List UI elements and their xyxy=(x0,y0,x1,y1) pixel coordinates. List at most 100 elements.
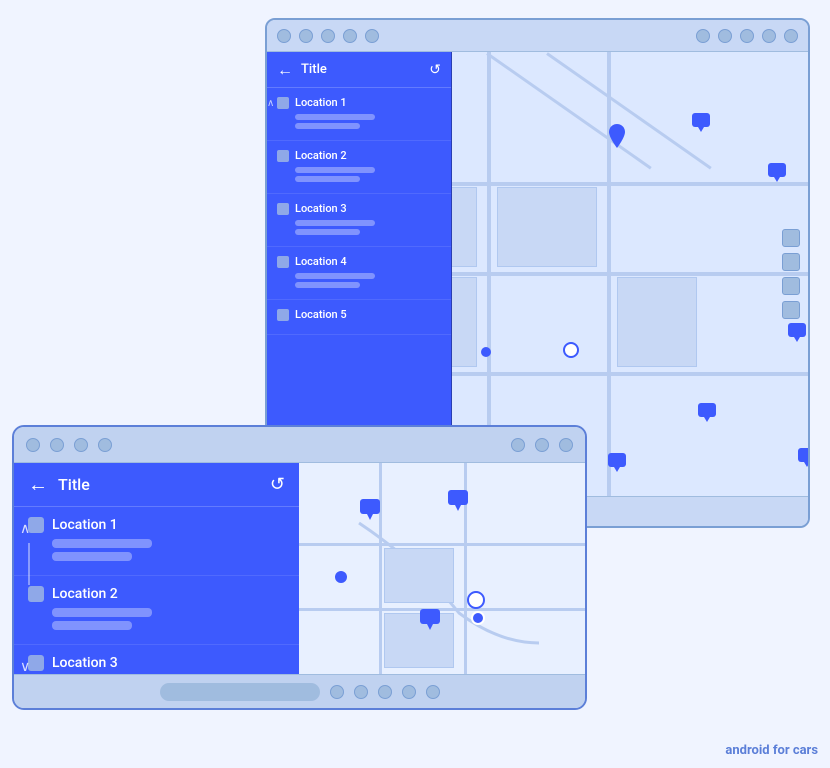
map-block-3 xyxy=(617,277,697,367)
front-location-name-3: Location 3 xyxy=(52,655,118,671)
location-name-3: Location 3 xyxy=(295,202,347,215)
front-list-item-2[interactable]: Location 2 xyxy=(14,576,299,645)
front-top-dot-7 xyxy=(559,438,573,452)
bar-2a xyxy=(295,167,375,173)
back-panel-header: ← Title ↺ xyxy=(267,52,451,88)
front-dot-2 xyxy=(471,611,485,625)
map-dot-1 xyxy=(481,347,491,357)
top-bar-dot-4 xyxy=(343,29,357,43)
map-pin-5 xyxy=(697,402,717,430)
ctrl-btn-4[interactable] xyxy=(782,301,800,319)
map-block-2 xyxy=(497,187,597,267)
back-list-item-3[interactable]: Location 3 xyxy=(267,194,451,247)
bar-3a xyxy=(295,220,375,226)
map-circle-1 xyxy=(563,342,579,358)
map-pin-3 xyxy=(767,162,787,190)
front-location-icon-2 xyxy=(28,586,44,602)
watermark-light: for cars xyxy=(770,743,818,758)
ctrl-btn-2[interactable] xyxy=(782,253,800,271)
item-header-2: Location 2 xyxy=(277,149,441,162)
item-header-3: Location 3 xyxy=(277,202,441,215)
location-name-2: Location 2 xyxy=(295,149,347,162)
front-bottom-dot-5 xyxy=(426,685,440,699)
map-pin-1 xyxy=(607,124,627,152)
bar-3b xyxy=(295,229,360,235)
back-list-item-5[interactable]: Location 5 xyxy=(267,300,451,335)
map-pin-6 xyxy=(607,452,627,480)
front-panel-header: ← Title ↺ xyxy=(14,463,299,507)
front-location-icon-1 xyxy=(28,517,44,533)
front-bottom-dot-2 xyxy=(354,685,368,699)
map-pin-4 xyxy=(787,322,807,350)
front-panel-list: ∧ Location 1 Location 2 xyxy=(14,507,299,674)
front-chevron-up-1: ∧ xyxy=(20,521,30,537)
front-location-icon-3 xyxy=(28,655,44,671)
chevron-up-icon-1: ∧ xyxy=(267,98,274,109)
front-dot-1 xyxy=(335,571,347,583)
front-circle-1 xyxy=(467,591,485,609)
location-icon-4 xyxy=(277,256,289,268)
watermark: android for cars xyxy=(725,743,818,758)
top-bar-dot-1 xyxy=(277,29,291,43)
location-icon-3 xyxy=(277,203,289,215)
location-icon-5 xyxy=(277,309,289,321)
front-panel-title: Title xyxy=(58,475,260,494)
front-bar-2a xyxy=(52,608,152,617)
item-header-5: Location 5 xyxy=(277,308,441,321)
front-list-item-3[interactable]: ∨ Location 3 xyxy=(14,645,299,674)
back-list-item-4[interactable]: Location 4 xyxy=(267,247,451,300)
front-bar-1b xyxy=(52,552,132,561)
front-refresh-icon[interactable]: ↺ xyxy=(270,474,285,495)
bar-1b xyxy=(295,123,360,129)
side-controls[interactable] xyxy=(782,229,800,319)
back-arrow-icon[interactable]: ← xyxy=(277,60,293,80)
top-bar-dot-6 xyxy=(696,29,710,43)
front-location-name-2: Location 2 xyxy=(52,586,118,602)
location-name-4: Location 4 xyxy=(295,255,347,268)
bar-4b xyxy=(295,282,360,288)
front-map xyxy=(299,463,585,674)
front-bottom-dot-1 xyxy=(330,685,344,699)
location-name-1: Location 1 xyxy=(295,96,347,109)
location-icon-2 xyxy=(277,150,289,162)
location-icon-1 xyxy=(277,97,289,109)
front-screen-bottom-bar xyxy=(14,674,585,708)
top-bar-dot-7 xyxy=(718,29,732,43)
front-pin-1 xyxy=(359,498,381,528)
front-top-dot-1 xyxy=(26,438,40,452)
back-screen-top-bar xyxy=(267,20,808,52)
front-screen-top-bar xyxy=(14,427,585,463)
item-header-1: Location 1 xyxy=(277,96,441,109)
front-pin-3 xyxy=(419,608,441,638)
front-top-dot-6 xyxy=(535,438,549,452)
top-bar-dot-2 xyxy=(299,29,313,43)
top-bar-dot-9 xyxy=(762,29,776,43)
top-bar-dot-8 xyxy=(740,29,754,43)
front-screen-content: ← Title ↺ ∧ Location 1 xyxy=(14,463,585,674)
front-pin-2 xyxy=(447,489,469,519)
ctrl-btn-3[interactable] xyxy=(782,277,800,295)
front-chevron-down-3: ∨ xyxy=(20,659,30,674)
front-block-1 xyxy=(384,548,454,603)
item-header-4: Location 4 xyxy=(277,255,441,268)
ctrl-btn-1[interactable] xyxy=(782,229,800,247)
top-bar-dot-3 xyxy=(321,29,335,43)
map-pin-7 xyxy=(797,447,808,475)
road-v3 xyxy=(607,52,611,496)
back-panel-title: Title xyxy=(301,62,421,77)
refresh-icon[interactable]: ↺ xyxy=(429,62,441,78)
front-item-header-3: Location 3 xyxy=(28,655,285,671)
front-bar-2b xyxy=(52,621,132,630)
front-list-item-1[interactable]: ∧ Location 1 xyxy=(14,507,299,576)
watermark-bold: android xyxy=(725,743,769,758)
front-panel: ← Title ↺ ∧ Location 1 xyxy=(14,463,299,674)
bar-1a xyxy=(295,114,375,120)
front-back-arrow-icon[interactable]: ← xyxy=(28,472,48,497)
front-top-dot-4 xyxy=(98,438,112,452)
front-bottom-dot-4 xyxy=(402,685,416,699)
back-list-item-2[interactable]: Location 2 xyxy=(267,141,451,194)
back-list-item-1[interactable]: ∧ Location 1 xyxy=(267,88,451,141)
front-top-dot-2 xyxy=(50,438,64,452)
bar-4a xyxy=(295,273,375,279)
top-bar-dot-10 xyxy=(784,29,798,43)
